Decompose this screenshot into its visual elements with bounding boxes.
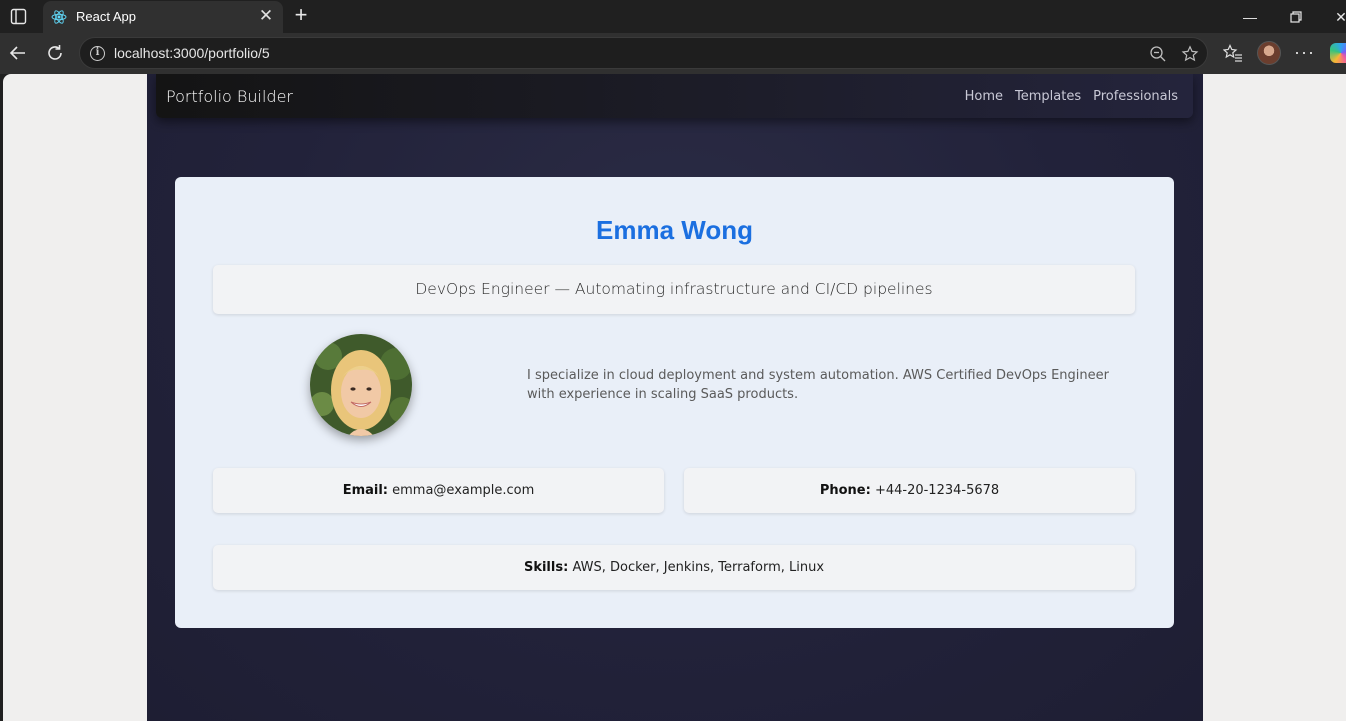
- address-bar[interactable]: i localhost:3000/portfolio/5: [79, 37, 1208, 69]
- portfolio-card: Emma Wong DevOps Engineer — Automating i…: [175, 177, 1174, 628]
- refresh-icon[interactable]: [44, 42, 66, 64]
- browser-toolbar: i localhost:3000/portfolio/5 ···: [0, 33, 1346, 74]
- profile-photo: [310, 334, 412, 436]
- portfolio-name: Emma Wong: [596, 215, 753, 245]
- app-root: Portfolio Builder Home Templates Profess…: [147, 74, 1203, 721]
- navbar: Portfolio Builder Home Templates Profess…: [156, 74, 1193, 118]
- skills-tile: Skills: AWS, Docker, Jenkins, Terraform,…: [213, 545, 1135, 590]
- email-value: emma@example.com: [392, 483, 535, 498]
- tab-actions-icon[interactable]: [10, 8, 27, 25]
- portfolio-bio: I specialize in cloud deployment and sys…: [527, 368, 1109, 402]
- brand-logo[interactable]: Portfolio Builder: [166, 87, 293, 106]
- zoom-out-icon[interactable]: [1149, 45, 1167, 63]
- react-icon: [51, 10, 67, 24]
- copilot-icon[interactable]: [1330, 43, 1346, 63]
- nav-links: Home Templates Professionals: [965, 89, 1178, 104]
- site-info-icon[interactable]: i: [90, 46, 105, 61]
- skills-value: AWS, Docker, Jenkins, Terraform, Linux: [572, 560, 825, 575]
- url-text[interactable]: localhost:3000/portfolio/5: [114, 45, 270, 61]
- nav-link-professionals[interactable]: Professionals: [1093, 89, 1178, 104]
- more-options-icon[interactable]: ···: [1294, 42, 1315, 63]
- skills-label: Skills:: [523, 560, 569, 575]
- email-tile: Email: emma@example.com: [213, 468, 664, 513]
- nav-link-home[interactable]: Home: [965, 89, 1003, 104]
- new-tab-icon[interactable]: +: [290, 4, 312, 27]
- profile-avatar[interactable]: [1257, 41, 1281, 65]
- close-tab-icon[interactable]: ✕: [257, 7, 275, 25]
- email-label: Email:: [342, 483, 388, 498]
- restore-icon[interactable]: [1286, 7, 1306, 27]
- phone-value: +44-20-1234-5678: [874, 483, 1000, 498]
- portfolio-headline: DevOps Engineer — Automating infrastruct…: [213, 265, 1135, 314]
- close-window-icon[interactable]: ✕: [1331, 7, 1346, 27]
- favorite-star-icon[interactable]: [1181, 45, 1199, 63]
- favorites-icon[interactable]: [1223, 43, 1243, 63]
- tab-title: React App: [76, 9, 136, 24]
- back-icon[interactable]: [7, 42, 29, 64]
- page-viewport: Portfolio Builder Home Templates Profess…: [3, 74, 1346, 721]
- profile-photo-image: [310, 334, 412, 436]
- minimize-icon[interactable]: —: [1240, 7, 1260, 27]
- phone-tile: Phone: +44-20-1234-5678: [684, 468, 1135, 513]
- browser-tab[interactable]: React App ✕: [43, 1, 283, 33]
- phone-label: Phone:: [819, 483, 871, 498]
- browser-titlebar: React App ✕ + — ✕: [0, 0, 1346, 33]
- nav-link-templates[interactable]: Templates: [1015, 89, 1081, 104]
